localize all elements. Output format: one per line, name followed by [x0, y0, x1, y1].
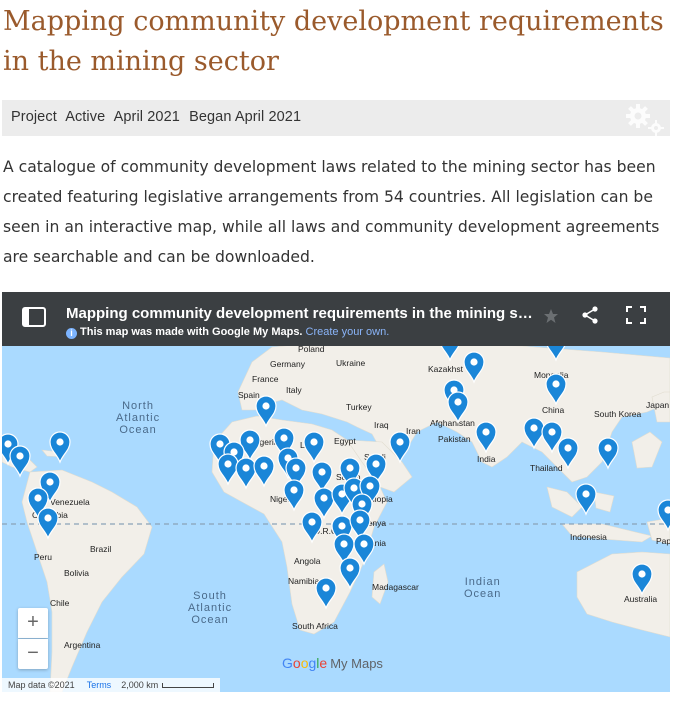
map-made-with-text: This map was made with Google My Maps.: [80, 326, 303, 338]
map-marker-pin[interactable]: [545, 373, 567, 406]
map-marker-pin[interactable]: [253, 455, 275, 488]
info-icon: i: [66, 328, 77, 339]
map-marker-pin[interactable]: [235, 457, 257, 490]
map-subtitle: i This map was made with Google My Maps. C…: [66, 326, 389, 339]
google-my-maps-logo: Google My Maps: [282, 655, 383, 671]
map-marker-pin[interactable]: [597, 437, 619, 470]
page-title: Mapping community development requiremen…: [3, 6, 664, 77]
project-meta: Project Active April 2021 Began April 20…: [11, 109, 306, 125]
terms-link[interactable]: Terms: [87, 680, 112, 690]
map-marker-pin[interactable]: [283, 479, 305, 512]
map-marker-pin[interactable]: [311, 461, 333, 494]
meta-began: Began April 2021: [189, 109, 302, 125]
share-icon[interactable]: [580, 305, 600, 325]
map-marker-pin[interactable]: [463, 351, 485, 384]
meta-status: Active: [65, 109, 106, 125]
map-marker-pin[interactable]: [49, 431, 71, 464]
map-marker-pin[interactable]: [657, 499, 670, 532]
map-title[interactable]: Mapping community development requiremen…: [66, 305, 533, 322]
scale-label: 2,000 km: [121, 680, 159, 690]
map-marker-pin[interactable]: [447, 391, 469, 424]
map-marker-pin[interactable]: [217, 453, 239, 486]
map-marker-pin[interactable]: [315, 577, 337, 610]
map-marker-pin[interactable]: [557, 437, 579, 470]
map-attribution: Map data ©2021 Terms 2,000 km: [2, 678, 221, 692]
meta-type: Project: [11, 109, 57, 125]
star-icon[interactable]: [543, 308, 559, 324]
map-marker-pin[interactable]: [475, 421, 497, 454]
map-marker-pin[interactable]: [301, 511, 323, 544]
map-marker-pin[interactable]: [575, 483, 597, 516]
project-description: A catalogue of community development law…: [3, 158, 660, 266]
map-marker-pin[interactable]: [339, 557, 361, 590]
zoom-in-button[interactable]: +: [18, 608, 48, 638]
map-data-credit: Map data ©2021: [8, 680, 75, 690]
scale-bar: [162, 683, 215, 688]
map-markers: [2, 329, 670, 610]
map-marker-pin[interactable]: [631, 563, 653, 596]
map-legend-toggle-icon[interactable]: [22, 307, 46, 327]
map-marker-pin[interactable]: [255, 395, 277, 428]
map-marker-pin[interactable]: [389, 431, 411, 464]
zoom-out-button[interactable]: −: [18, 639, 48, 669]
map-marker-pin[interactable]: [9, 445, 31, 478]
map-marker-pin[interactable]: [303, 431, 325, 464]
meta-date: April 2021: [113, 109, 180, 125]
gear-icon: [626, 104, 664, 136]
project-meta-bar: Project Active April 2021 Began April 20…: [2, 100, 670, 136]
embedded-map[interactable]: North Atlantic Ocean South Atlantic Ocean In…: [2, 292, 670, 692]
fullscreen-icon[interactable]: [626, 306, 646, 324]
map-header: Mapping community development requiremen…: [2, 292, 670, 346]
map-marker-pin[interactable]: [523, 417, 545, 450]
map-marker-pin[interactable]: [353, 533, 375, 566]
create-your-own-link[interactable]: Create your own.: [306, 326, 390, 338]
map-marker-pin[interactable]: [37, 507, 59, 540]
